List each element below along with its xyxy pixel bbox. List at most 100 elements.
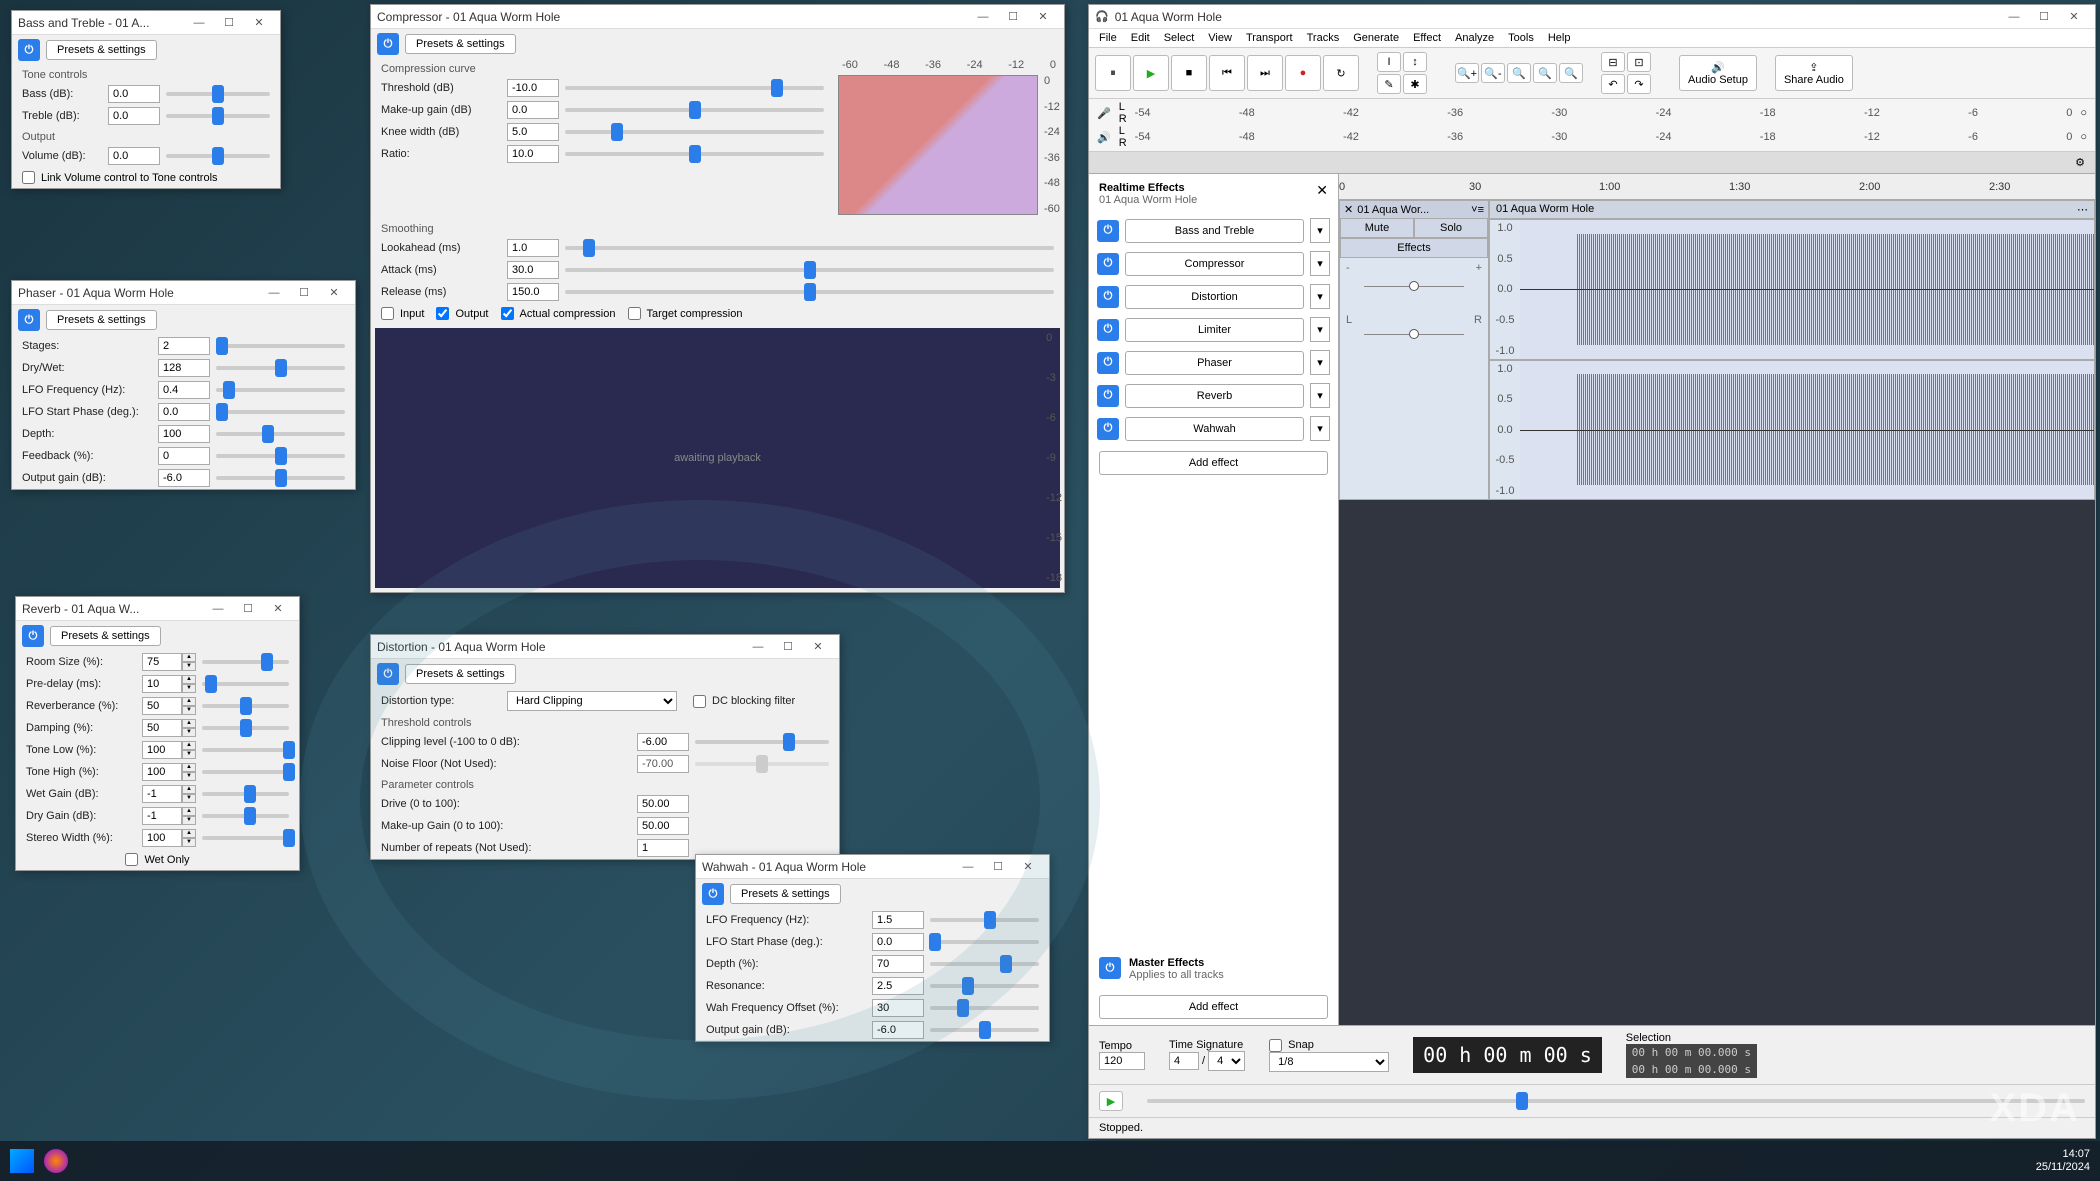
gain-slider[interactable] [1364, 286, 1464, 306]
spin-up[interactable]: ▲ [182, 719, 196, 728]
share-audio-button[interactable]: ⇪Share Audio [1775, 55, 1853, 91]
silence-icon[interactable]: ⊡ [1627, 52, 1651, 72]
zoom-fit-icon[interactable]: 🔍 [1533, 63, 1557, 83]
snap-select[interactable]: 1/8 [1269, 1052, 1389, 1072]
param-slider[interactable] [202, 770, 289, 774]
param-input[interactable] [507, 79, 559, 97]
add-master-effect-button[interactable]: Add effect [1099, 995, 1328, 1019]
param-slider[interactable] [202, 682, 289, 686]
power-button[interactable]: ⏻ [18, 39, 40, 61]
fx-button[interactable]: Distortion [1125, 285, 1304, 309]
titlebar[interactable]: Compressor - 01 Aqua Worm Hole — ☐ ✕ [371, 5, 1064, 29]
titlebar[interactable]: Distortion - 01 Aqua Worm Hole — ☐ ✕ [371, 635, 839, 659]
maximize-icon[interactable]: ☐ [214, 13, 244, 33]
volume-input[interactable] [108, 147, 160, 165]
clip-slider[interactable] [695, 740, 829, 744]
spin-up[interactable]: ▲ [182, 653, 196, 662]
param-slider[interactable] [565, 152, 824, 156]
mute-button[interactable]: Mute [1340, 218, 1414, 238]
taskbar[interactable]: 14:07 25/11/2024 [0, 1141, 2100, 1181]
param-slider[interactable] [216, 476, 345, 480]
presets-button[interactable]: Presets & settings [46, 310, 157, 330]
timeline-ruler[interactable]: 0301:001:302:002:30 [1339, 174, 2095, 200]
param-slider[interactable] [202, 726, 289, 730]
wave-menu-icon[interactable]: ⋯ [2077, 203, 2088, 216]
presets-button[interactable]: Presets & settings [405, 34, 516, 54]
taskbar-app-icon[interactable] [44, 1149, 68, 1173]
close-icon[interactable]: ✕ [1013, 857, 1043, 877]
spin-down[interactable]: ▼ [182, 750, 196, 759]
treble-slider[interactable] [166, 114, 270, 118]
mg-input[interactable] [637, 817, 689, 835]
param-input[interactable] [872, 999, 924, 1017]
undo-icon[interactable]: ↶ [1601, 74, 1625, 94]
param-slider[interactable] [202, 748, 289, 752]
tempo-input[interactable] [1099, 1052, 1145, 1070]
param-input[interactable] [142, 807, 182, 825]
param-slider[interactable] [565, 130, 824, 134]
fx-power-button[interactable]: ⏻ [1097, 220, 1119, 242]
treble-input[interactable] [108, 107, 160, 125]
system-tray[interactable]: 14:07 25/11/2024 [2036, 1148, 2090, 1174]
presets-button[interactable]: Presets & settings [730, 884, 841, 904]
param-input[interactable] [872, 977, 924, 995]
power-button[interactable]: ⏻ [377, 33, 399, 55]
solo-button[interactable]: Solo [1414, 218, 1488, 238]
menu-help[interactable]: Help [1548, 32, 1571, 44]
zoom-in-icon[interactable]: 🔍+ [1455, 63, 1479, 83]
presets-button[interactable]: Presets & settings [405, 664, 516, 684]
minimize-icon[interactable]: — [184, 13, 214, 33]
spin-down[interactable]: ▼ [182, 838, 196, 847]
param-slider[interactable] [565, 86, 824, 90]
draw-tool[interactable]: ✎ [1377, 74, 1401, 94]
selection-start[interactable]: 00 h 00 m 00.000 s [1626, 1044, 1757, 1061]
type-select[interactable]: Hard Clipping [507, 691, 677, 711]
time-display[interactable]: 00 h 00 m 00 s [1413, 1037, 1602, 1073]
link-checkbox[interactable] [22, 171, 35, 184]
waveform-right[interactable] [1520, 361, 2094, 500]
wet-only-checkbox[interactable] [125, 853, 138, 866]
trim-icon[interactable]: ⊟ [1601, 52, 1625, 72]
param-input[interactable] [507, 283, 559, 301]
snap-checkbox[interactable] [1269, 1039, 1282, 1052]
menu-view[interactable]: View [1208, 32, 1232, 44]
zoom-sel-icon[interactable]: 🔍 [1507, 63, 1531, 83]
close-icon[interactable]: ✕ [244, 13, 274, 33]
fx-more-button[interactable]: ▾ [1310, 251, 1330, 276]
maximize-icon[interactable]: ☐ [773, 637, 803, 657]
param-slider[interactable] [202, 704, 289, 708]
volume-slider[interactable] [166, 154, 270, 158]
spin-up[interactable]: ▲ [182, 807, 196, 816]
param-input[interactable] [142, 763, 182, 781]
fx-power-button[interactable]: ⏻ [1097, 418, 1119, 440]
envelope-tool[interactable]: ↕ [1403, 52, 1427, 72]
waveform-left[interactable] [1520, 220, 2094, 359]
fx-power-button[interactable]: ⏻ [1097, 253, 1119, 275]
actual-checkbox[interactable] [501, 307, 514, 320]
param-input[interactable] [158, 425, 210, 443]
param-slider[interactable] [565, 290, 1054, 294]
start-icon[interactable] [10, 1149, 34, 1173]
rep-input[interactable] [637, 839, 689, 857]
param-slider[interactable] [216, 366, 345, 370]
param-input[interactable] [158, 447, 210, 465]
minimize-icon[interactable]: — [743, 637, 773, 657]
add-effect-button[interactable]: Add effect [1099, 451, 1328, 475]
param-slider[interactable] [930, 1006, 1039, 1010]
param-slider[interactable] [930, 984, 1039, 988]
titlebar[interactable]: Phaser - 01 Aqua Worm Hole — ☐ ✕ [12, 281, 355, 305]
spin-up[interactable]: ▲ [182, 697, 196, 706]
titlebar[interactable]: Bass and Treble - 01 A... — ☐ ✕ [12, 11, 280, 35]
record-button[interactable]: ● [1285, 55, 1321, 91]
power-button[interactable]: ⏻ [377, 663, 399, 685]
param-input[interactable] [158, 403, 210, 421]
menu-file[interactable]: File [1099, 32, 1117, 44]
titlebar[interactable]: Reverb - 01 Aqua W... — ☐ ✕ [16, 597, 299, 621]
speaker-icon[interactable]: 🔊 [1097, 131, 1111, 144]
mic-icon[interactable]: 🎤 [1097, 107, 1111, 120]
zoom-out-icon[interactable]: 🔍- [1481, 63, 1505, 83]
gear-icon[interactable]: ⚙ [2075, 156, 2085, 169]
menu-transport[interactable]: Transport [1246, 32, 1293, 44]
dc-checkbox[interactable] [693, 695, 706, 708]
param-slider[interactable] [216, 432, 345, 436]
